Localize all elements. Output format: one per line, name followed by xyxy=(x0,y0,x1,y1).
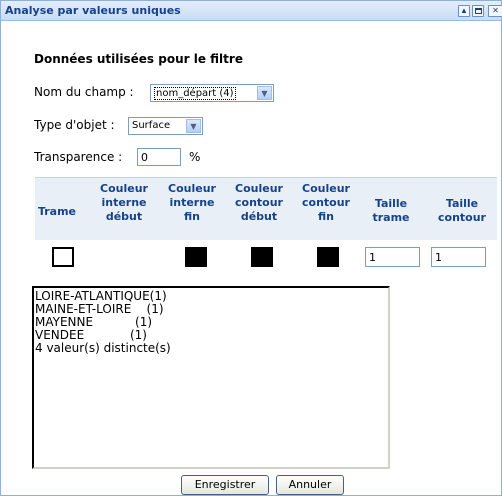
transparency-input[interactable] xyxy=(137,148,181,166)
transparency-unit: % xyxy=(189,150,201,164)
couleur-contour-fin-swatch[interactable] xyxy=(317,247,339,267)
col-header-couleur-interne-fin: Couleur interne fin xyxy=(168,182,216,223)
section-title: Données utilisées pour le filtre xyxy=(34,52,243,66)
field-name-select[interactable]: nom_départ (4) ▼ xyxy=(150,84,274,102)
maximize-icon[interactable] xyxy=(472,5,484,17)
cancel-button[interactable]: Annuler xyxy=(276,475,344,495)
col-header-taille-trame: Taille trame xyxy=(372,197,410,224)
trame-swatch[interactable] xyxy=(52,247,74,267)
object-type-label: Type d'objet : xyxy=(34,118,115,132)
col-header-couleur-interne-debut: Couleur interne début xyxy=(100,182,148,223)
taille-trame-input[interactable] xyxy=(365,247,420,267)
close-icon[interactable]: ✕ xyxy=(488,5,502,17)
chevron-down-icon[interactable]: ▼ xyxy=(186,119,201,133)
couleur-interne-debut-swatch[interactable] xyxy=(117,247,139,267)
field-name-label: Nom du champ : xyxy=(34,85,134,99)
save-button[interactable]: Enregistrer xyxy=(181,475,269,495)
transparency-label: Transparence : xyxy=(34,150,123,164)
analysis-window: Analyse par valeurs uniques ▲ ✕ Données … xyxy=(0,0,502,496)
couleur-contour-debut-swatch[interactable] xyxy=(251,247,273,267)
distinct-values-list[interactable]: LOIRE-ATLANTIQUE(1) MAINE-ET-LOIRE (1) M… xyxy=(32,286,390,469)
object-type-select[interactable]: Surface ▼ xyxy=(128,117,203,135)
col-header-trame: Trame xyxy=(37,205,77,218)
collapse-icon[interactable]: ▲ xyxy=(458,5,470,17)
col-header-couleur-contour-debut: Couleur contour début xyxy=(235,182,283,223)
object-type-value: Surface xyxy=(132,120,171,131)
col-header-taille-contour: Taille contour xyxy=(438,197,486,224)
window-titlebar[interactable]: Analyse par valeurs uniques ▲ ✕ xyxy=(1,1,502,21)
taille-contour-input[interactable] xyxy=(431,247,486,267)
style-grid-header: Trame Couleur interne début Couleur inte… xyxy=(35,177,497,240)
chevron-down-icon[interactable]: ▼ xyxy=(257,86,272,100)
couleur-interne-fin-swatch[interactable] xyxy=(185,247,207,267)
col-header-couleur-contour-fin: Couleur contour fin xyxy=(302,182,350,223)
distinct-count: 4 valeur(s) distincte(s) xyxy=(35,341,171,355)
field-name-value: nom_départ (4) xyxy=(154,87,236,100)
window-title: Analyse par valeurs uniques xyxy=(5,4,181,17)
